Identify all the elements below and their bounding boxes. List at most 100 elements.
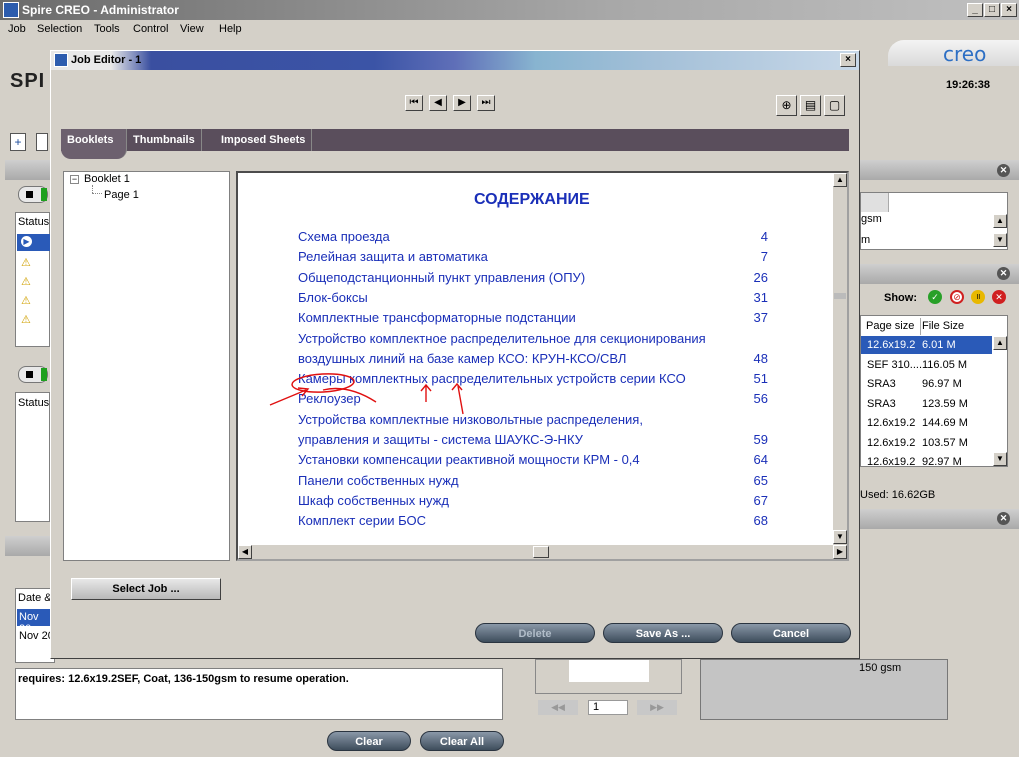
scroll-down-icon[interactable]: ▼ <box>993 233 1007 247</box>
menu-selection[interactable]: Selection <box>37 23 82 35</box>
close-icon[interactable]: ✕ <box>997 512 1010 525</box>
page-size-cell: SRA3 <box>867 397 896 410</box>
first-page-icon[interactable]: ⏮ <box>405 95 423 111</box>
tab-imposed-sheets[interactable]: Imposed Sheets <box>215 129 313 151</box>
table-row[interactable]: 12.6x19.2 103.57 M <box>861 434 992 452</box>
toc-entry: Комплектные трансформаторные подстанции <box>298 310 576 326</box>
table-row[interactable]: 12.6x19.2 6.01 M <box>861 336 992 354</box>
date-header: Date & <box>18 592 52 604</box>
scroll-up-icon[interactable]: ▲ <box>993 214 1007 228</box>
collapse-icon[interactable]: − <box>70 175 79 184</box>
editor-tabs: Booklets Thumbnails Imposed Sheets <box>61 129 849 159</box>
doc-heading: СОДЕРЖАНИЕ <box>474 191 590 208</box>
history-row[interactable]: Nov 20 <box>19 630 54 642</box>
red-annotation <box>269 373 464 415</box>
table-row[interactable]: 12.6x19.2 144.69 M <box>861 414 992 432</box>
toc-page-number: 51 <box>753 371 768 387</box>
toc-entry: Установки компенсации реактивной мощност… <box>298 452 640 468</box>
close-button[interactable]: × <box>1001 3 1017 17</box>
next-page-icon[interactable]: ▶▶ <box>637 700 677 715</box>
stop-icon[interactable]: ⊘ <box>950 290 964 304</box>
queue-toggle-2[interactable] <box>18 366 48 383</box>
app-title: Spire CREO - Administrator <box>22 3 179 17</box>
page-number-input[interactable]: 1 <box>588 700 628 715</box>
file-size-cell: 103.57 M <box>922 436 968 449</box>
cancel-button[interactable]: Cancel <box>731 623 851 643</box>
pause-icon[interactable]: ॥ <box>971 290 985 304</box>
storage-panel-header: ✕ <box>860 264 1019 284</box>
paper-info-text: 150 gsm <box>859 662 902 674</box>
col-page-size[interactable]: Page size <box>866 318 921 335</box>
job-editor-close-button[interactable]: × <box>840 53 856 67</box>
menu-control[interactable]: Control <box>133 23 168 35</box>
tree-booklet[interactable]: Booklet 1 <box>84 173 130 185</box>
zoom-icon[interactable]: ⊕ <box>776 95 797 116</box>
check-icon[interactable]: ✓ <box>928 290 942 304</box>
scroll-up-icon[interactable]: ▲ <box>993 336 1007 350</box>
toc-entry: управления и защиты - система ШАУКС-Э-НК… <box>298 432 583 447</box>
page-size-cell: SRA3 <box>867 378 896 390</box>
history-list: Date & Nov 20 Nov 20 <box>15 588 55 663</box>
prev-page-icon[interactable]: ◀ <box>429 95 447 111</box>
toc-entry: Комплект серии БОС <box>298 513 426 529</box>
scroll-up-icon[interactable]: ▲ <box>833 173 847 187</box>
clear-button[interactable]: Clear <box>327 731 411 751</box>
col-file-size[interactable]: File Size <box>921 318 991 335</box>
scroll-right-icon[interactable]: ▶ <box>833 545 847 559</box>
file-size-cell: 123.59 M <box>922 397 968 410</box>
table-row[interactable]: SRA3 96.97 M <box>861 375 992 393</box>
spread-view-icon[interactable]: ▢ <box>824 95 845 116</box>
show-label: Show: <box>884 292 917 304</box>
job-editor-title: Job Editor - 1 <box>71 54 142 66</box>
close-icon[interactable]: ✕ <box>997 267 1010 280</box>
queue-toggle[interactable] <box>18 186 48 203</box>
tree-page[interactable]: Page 1 <box>104 189 139 201</box>
vertical-scrollbar[interactable]: ▲ ▼ <box>833 173 847 545</box>
job-editor-title-bar: Job Editor - 1 × <box>51 51 859 70</box>
menu-view[interactable]: View <box>180 23 204 35</box>
job-editor-dialog: Job Editor - 1 × ⏮ ◀ ▶ ⏭ ⊕ ▤ ▢ Booklets … <box>50 50 860 659</box>
delete-button[interactable]: Delete <box>475 623 595 643</box>
toc-page-number: 31 <box>753 289 768 305</box>
last-page-icon[interactable]: ⏭ <box>477 95 495 111</box>
close-icon[interactable]: ✕ <box>997 164 1010 177</box>
import-icon[interactable] <box>36 133 48 151</box>
menu-tools[interactable]: Tools <box>94 23 120 35</box>
delete-icon[interactable]: ✕ <box>992 290 1006 304</box>
scroll-down-icon[interactable]: ▼ <box>993 452 1007 466</box>
tab-booklets[interactable]: Booklets <box>61 129 127 159</box>
history-row[interactable]: Nov 20 <box>17 609 54 635</box>
toc-entry: Блок-боксы <box>298 289 368 305</box>
paper-list: gsm m ▲ ▼ <box>860 192 1008 250</box>
scroll-left-icon[interactable]: ◀ <box>238 545 252 559</box>
queue-list: Status ▶ ⚠ ⚠ ⚠ ⚠ <box>15 212 50 347</box>
menu-help[interactable]: Help <box>219 23 242 35</box>
menu-job[interactable]: Job <box>8 23 26 35</box>
status-header-2: Status <box>18 397 50 409</box>
table-row[interactable]: SRA3 123.59 M <box>861 395 992 413</box>
save-as-button[interactable]: Save As ... <box>603 623 723 643</box>
single-page-view-icon[interactable]: ▤ <box>800 95 821 116</box>
clear-all-button[interactable]: Clear All <box>420 731 504 751</box>
paper-panel-header: ✕ <box>860 160 1019 180</box>
play-icon: ▶ <box>21 236 32 247</box>
toc-entry: Панели собственных нужд <box>298 472 459 488</box>
minimize-button[interactable]: _ <box>967 3 983 17</box>
next-page-icon[interactable]: ▶ <box>453 95 471 111</box>
file-size-cell: 144.69 M <box>922 417 968 429</box>
prev-page-icon[interactable]: ◀◀ <box>538 700 578 715</box>
paper-row[interactable]: gsm <box>861 213 882 225</box>
horizontal-scrollbar[interactable]: ◀ ▶ <box>238 545 847 559</box>
table-row[interactable]: SEF 310.... 116.05 M <box>861 356 992 374</box>
maximize-button[interactable]: □ <box>984 3 1000 17</box>
tab-thumbnails[interactable]: Thumbnails <box>127 129 202 151</box>
paper-row[interactable]: m <box>861 234 870 246</box>
toc-page-number: 4 <box>760 229 768 244</box>
add-job-icon[interactable]: + <box>10 133 26 151</box>
select-job-button[interactable]: Select Job ... <box>71 578 221 600</box>
table-row[interactable]: 12.6x19.2 92.97 M <box>861 453 992 471</box>
creo-logo: creo <box>943 42 987 66</box>
toc-page-number: 68 <box>753 513 768 529</box>
toc-page-number: 59 <box>753 432 768 447</box>
scroll-down-icon[interactable]: ▼ <box>833 530 847 544</box>
